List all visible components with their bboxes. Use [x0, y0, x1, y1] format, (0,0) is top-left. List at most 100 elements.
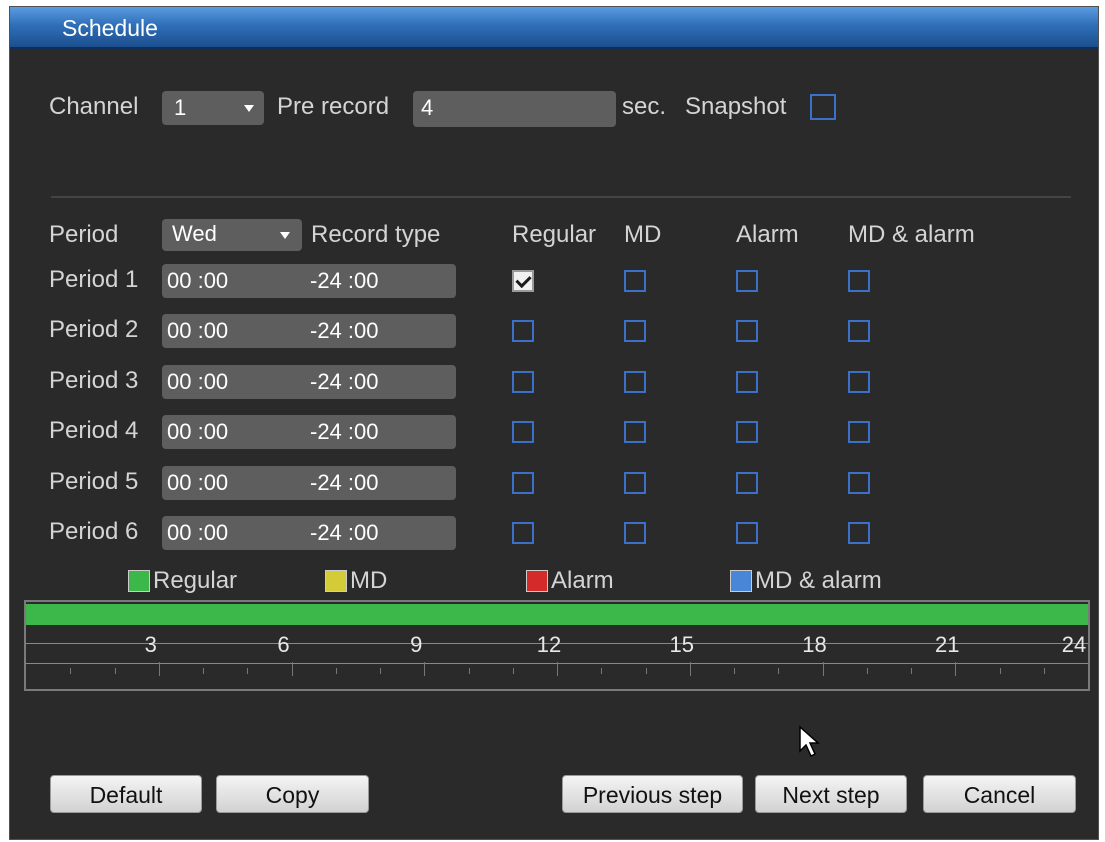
period-5-regular-checkbox[interactable] [512, 471, 534, 494]
period-3-md-checkbox[interactable] [624, 370, 646, 393]
channel-label: Channel [49, 93, 139, 120]
period-4-md-checkbox[interactable] [624, 421, 646, 444]
period-6-md-checkbox[interactable] [624, 522, 646, 544]
column-alarm: Alarm [736, 221, 799, 248]
legend-swatch-regular [128, 570, 150, 592]
snapshot-checkbox[interactable] [810, 94, 836, 120]
timeline-tick [247, 668, 249, 674]
timeline-hour-label: 12 [536, 632, 562, 657]
timeline-hour-label: 3 [144, 632, 157, 657]
legend-swatch-md-alarm [730, 570, 752, 592]
schedule-window: Schedule Channel 1 Pre record 4 sec. Sna… [9, 6, 1099, 840]
timeline-tick [557, 662, 558, 676]
timeline-hour-label: 24 [1061, 632, 1087, 657]
timeline-tick [778, 668, 780, 674]
period-5-md-alarm-checkbox[interactable] [848, 471, 870, 494]
period-5-alarm-checkbox[interactable] [736, 471, 758, 494]
timeline-hour-label: 15 [669, 632, 694, 657]
period-start-time[interactable]: 00 :00 [167, 314, 228, 348]
period-1-alarm-checkbox[interactable] [736, 270, 758, 292]
period-4-alarm-checkbox[interactable] [736, 421, 758, 444]
period-start-time[interactable]: 00 :00 [167, 365, 228, 399]
legend-swatch-alarm [526, 570, 548, 592]
period-2-regular-checkbox[interactable] [512, 320, 534, 343]
period-row-label: Period 1 [49, 266, 139, 293]
period-row-label: Period 5 [49, 467, 139, 495]
timeline-tick [424, 662, 426, 676]
period-1-md-alarm-checkbox[interactable] [848, 270, 870, 292]
chevron-down-icon [280, 232, 290, 239]
default-button[interactable]: Default [50, 775, 202, 813]
timeline-tick [601, 668, 603, 674]
previous-step-button[interactable]: Previous step [562, 775, 743, 813]
period-start-time[interactable]: 00 :00 [167, 415, 228, 449]
period-start-time[interactable]: 00 :00 [167, 516, 228, 550]
period-end-time[interactable]: -24 :00 [310, 415, 379, 449]
timeline-tick [70, 668, 72, 674]
period-time-range-input[interactable]: 00 :00 -24 :00 [162, 364, 456, 399]
period-2-md-alarm-checkbox[interactable] [848, 320, 870, 343]
timeline-tick [822, 662, 824, 676]
period-label: Period [49, 221, 119, 248]
period-end-time[interactable]: -24 :00 [310, 365, 379, 399]
period-start-time[interactable]: 00 :00 [167, 466, 228, 500]
day-select[interactable]: Wed [162, 219, 302, 251]
period-end-time[interactable]: -24 :00 [310, 314, 379, 348]
timeline-hour-label: 21 [935, 632, 960, 657]
period-6-md-alarm-checkbox[interactable] [848, 522, 870, 544]
chevron-down-icon [244, 105, 254, 112]
period-2-md-checkbox[interactable] [624, 320, 646, 343]
period-6-regular-checkbox[interactable] [512, 522, 534, 544]
regular-record-bar [26, 604, 1088, 625]
period-time-range-input[interactable]: 00 :00 -24 :00 [162, 314, 456, 349]
period-end-time[interactable]: -24 :00 [310, 516, 379, 550]
channel-select[interactable]: 1 [162, 91, 264, 125]
period-start-time[interactable]: 00 :00 [167, 264, 228, 298]
timeline-tick [203, 668, 204, 674]
period-6-alarm-checkbox[interactable] [736, 522, 758, 544]
timeline-tick [158, 662, 160, 676]
timeline-tick [335, 668, 337, 674]
period-time-range-input[interactable]: 00 :00 -24 :00 [162, 465, 456, 500]
period-3-alarm-checkbox[interactable] [736, 370, 758, 393]
day-value: Wed [172, 221, 217, 246]
period-3-regular-checkbox[interactable] [512, 370, 534, 393]
period-time-range-input[interactable]: 00 :00 -24 :00 [162, 516, 456, 550]
legend-regular-label: Regular [153, 567, 238, 594]
timeline-hour-label: 18 [802, 632, 827, 657]
window-title: Schedule [62, 15, 158, 41]
period-1-md-checkbox[interactable] [624, 270, 646, 292]
legend-md-alarm-label: MD & alarm [755, 567, 882, 594]
period-row-label: Period 6 [49, 518, 139, 545]
period-end-time[interactable]: -24 :00 [310, 264, 379, 298]
timeline-tick [114, 668, 116, 674]
title-bar: Schedule [10, 7, 1098, 49]
period-time-range-input[interactable]: 00 :00 -24 :00 [162, 415, 456, 450]
channel-value: 1 [174, 95, 187, 120]
period-end-time[interactable]: -24 :00 [310, 466, 379, 500]
period-time-range-input[interactable]: 00 :00 -24 :00 [162, 264, 456, 298]
period-1-regular-checkbox[interactable] [512, 270, 534, 292]
schedule-timeline[interactable]: 3 6 9 12 15 18 21 24 [24, 600, 1090, 691]
copy-button[interactable]: Copy [216, 775, 369, 813]
period-3-md-alarm-checkbox[interactable] [848, 370, 870, 393]
timeline-tick [512, 668, 514, 674]
timeline-tick [291, 662, 293, 676]
divider [51, 196, 1071, 198]
period-2-alarm-checkbox[interactable] [736, 320, 758, 343]
timeline-tick [999, 668, 1001, 674]
legend-swatch-md [325, 570, 347, 592]
column-regular: Regular [512, 221, 597, 248]
next-step-button[interactable]: Next step [755, 775, 907, 813]
cancel-button[interactable]: Cancel [923, 775, 1076, 813]
period-4-md-alarm-checkbox[interactable] [848, 421, 870, 444]
timeline-tick [955, 662, 957, 676]
mouse-cursor-icon [799, 725, 820, 758]
period-row-label: Period 2 [49, 316, 139, 344]
snapshot-label: Snapshot [685, 93, 787, 120]
period-5-md-checkbox[interactable] [624, 471, 646, 494]
period-4-regular-checkbox[interactable] [512, 421, 534, 444]
period-row-label: Period 4 [49, 417, 139, 445]
pre-record-input[interactable]: 4 [413, 91, 616, 127]
timeline-tick [468, 668, 470, 674]
